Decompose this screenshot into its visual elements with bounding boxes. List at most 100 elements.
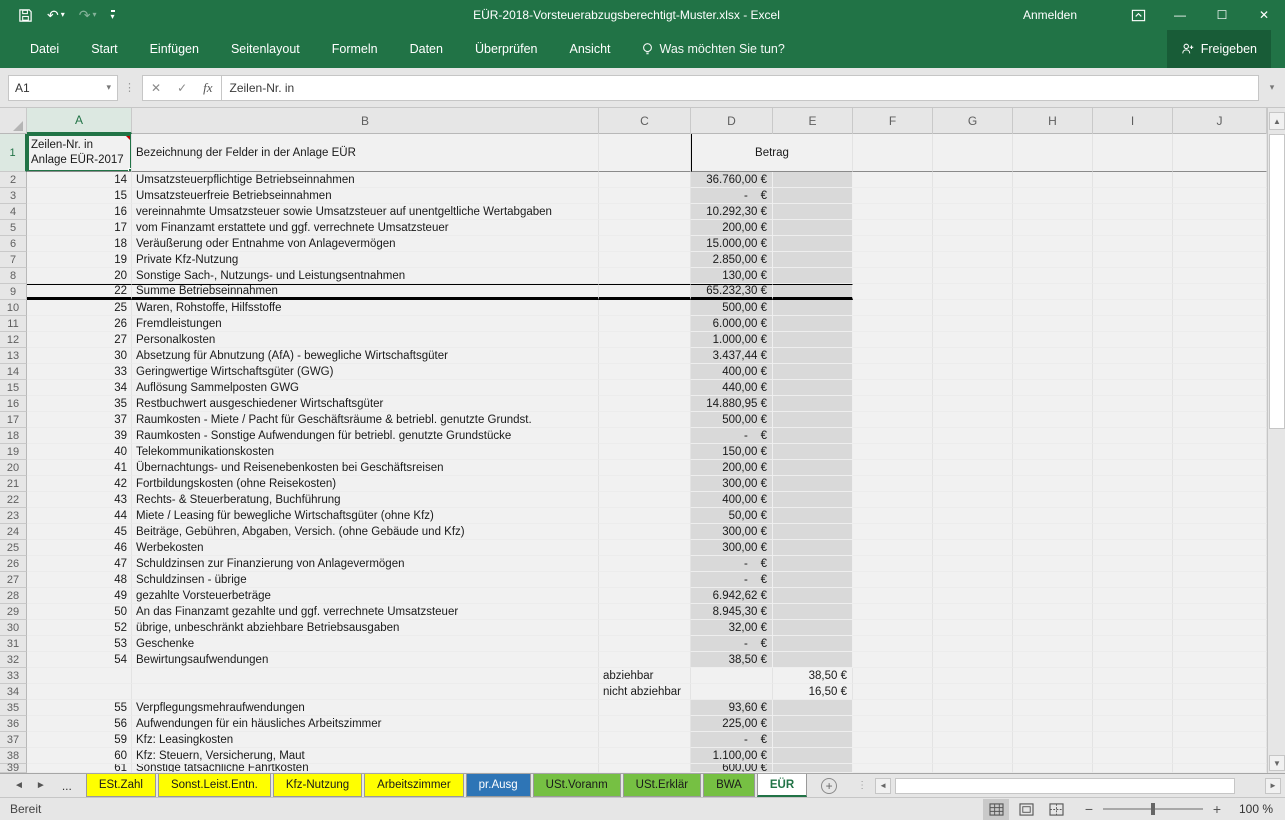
cell-a38[interactable]: 60 [27, 748, 132, 764]
cell-f33[interactable] [853, 668, 933, 684]
cell-e8[interactable] [773, 268, 853, 284]
cell-f16[interactable] [853, 396, 933, 412]
cell-f37[interactable] [853, 732, 933, 748]
sheet-overflow-indicator[interactable]: ... [58, 779, 76, 793]
cell-a10[interactable]: 25 [27, 300, 132, 316]
cell-i22[interactable] [1093, 492, 1173, 508]
zoom-level-label[interactable]: 100 % [1231, 802, 1273, 816]
cell-e17[interactable] [773, 412, 853, 428]
cell-f19[interactable] [853, 444, 933, 460]
cell-g16[interactable] [933, 396, 1013, 412]
cell-h36[interactable] [1013, 716, 1093, 732]
cell-a6[interactable]: 18 [27, 236, 132, 252]
cell-g9[interactable] [933, 284, 1013, 300]
cell-h34[interactable] [1013, 684, 1093, 700]
cell-j28[interactable] [1173, 588, 1267, 604]
cell-j23[interactable] [1173, 508, 1267, 524]
cell-c7[interactable] [599, 252, 691, 268]
cell-d16[interactable]: 14.880,95 € [691, 396, 773, 412]
cell-h30[interactable] [1013, 620, 1093, 636]
cell-j18[interactable] [1173, 428, 1267, 444]
cell-a22[interactable]: 43 [27, 492, 132, 508]
cell-b10[interactable]: Waren, Rohstoffe, Hilfsstoffe [132, 300, 599, 316]
ribbon-tab-formeln[interactable]: Formeln [316, 30, 394, 68]
cell-i31[interactable] [1093, 636, 1173, 652]
cell-j27[interactable] [1173, 572, 1267, 588]
row-header[interactable]: 34 [0, 684, 27, 700]
cell-f38[interactable] [853, 748, 933, 764]
formula-input[interactable]: Zeilen-Nr. in [222, 75, 1259, 101]
undo-button[interactable]: ↶▾ [47, 8, 65, 22]
cell-e4[interactable] [773, 204, 853, 220]
cell-i27[interactable] [1093, 572, 1173, 588]
cell-b8[interactable]: Sonstige Sach-, Nutzungs- und Leistungse… [132, 268, 599, 284]
cell-j29[interactable] [1173, 604, 1267, 620]
cell-c26[interactable] [599, 556, 691, 572]
column-header-g[interactable]: G [933, 108, 1013, 134]
confirm-entry-button[interactable]: ✓ [177, 81, 187, 95]
cell-i37[interactable] [1093, 732, 1173, 748]
cell-h21[interactable] [1013, 476, 1093, 492]
cell-b21[interactable]: Fortbildungskosten (ohne Reisekosten) [132, 476, 599, 492]
cell-f20[interactable] [853, 460, 933, 476]
cell-d39[interactable]: 600,00 € [691, 764, 773, 773]
cell-g35[interactable] [933, 700, 1013, 716]
ribbon-tab-einfügen[interactable]: Einfügen [134, 30, 215, 68]
column-header-f[interactable]: F [853, 108, 933, 134]
cell-b24[interactable]: Beiträge, Gebühren, Abgaben, Versich. (o… [132, 524, 599, 540]
cell-b5[interactable]: vom Finanzamt erstattete und ggf. verrec… [132, 220, 599, 236]
cell-a4[interactable]: 16 [27, 204, 132, 220]
cell-b20[interactable]: Übernachtungs- und Reisenebenkosten bei … [132, 460, 599, 476]
cell-f21[interactable] [853, 476, 933, 492]
row-header[interactable]: 7 [0, 252, 27, 268]
cell-a19[interactable]: 40 [27, 444, 132, 460]
cell-g15[interactable] [933, 380, 1013, 396]
cell-i4[interactable] [1093, 204, 1173, 220]
cell-i18[interactable] [1093, 428, 1173, 444]
cell-h1[interactable] [1013, 134, 1093, 172]
cell-f15[interactable] [853, 380, 933, 396]
cell-f39[interactable] [853, 764, 933, 773]
cell-j19[interactable] [1173, 444, 1267, 460]
cell-b36[interactable]: Aufwendungen für ein häusliches Arbeitsz… [132, 716, 599, 732]
cell-b6[interactable]: Veräußerung oder Entnahme von Anlageverm… [132, 236, 599, 252]
cell-g34[interactable] [933, 684, 1013, 700]
cell-c17[interactable] [599, 412, 691, 428]
cell-h6[interactable] [1013, 236, 1093, 252]
zoom-slider-track[interactable] [1103, 808, 1203, 810]
cell-f9[interactable] [853, 284, 933, 300]
cell-g17[interactable] [933, 412, 1013, 428]
horizontal-scroll-track[interactable] [893, 778, 1263, 794]
cell-e31[interactable] [773, 636, 853, 652]
cell-g32[interactable] [933, 652, 1013, 668]
cell-j15[interactable] [1173, 380, 1267, 396]
cell-d5[interactable]: 200,00 € [691, 220, 773, 236]
minimize-button[interactable]: — [1159, 0, 1201, 30]
cell-e32[interactable] [773, 652, 853, 668]
cell-f7[interactable] [853, 252, 933, 268]
column-header-d[interactable]: D [691, 108, 773, 134]
cell-e13[interactable] [773, 348, 853, 364]
cell-h39[interactable] [1013, 764, 1093, 773]
ribbon-tab-daten[interactable]: Daten [394, 30, 459, 68]
cell-j32[interactable] [1173, 652, 1267, 668]
customize-qat-button[interactable]: ▾ [111, 10, 115, 21]
cell-f14[interactable] [853, 364, 933, 380]
cell-c18[interactable] [599, 428, 691, 444]
cell-a16[interactable]: 35 [27, 396, 132, 412]
cell-c27[interactable] [599, 572, 691, 588]
cell-h16[interactable] [1013, 396, 1093, 412]
scroll-left-arrow[interactable]: ◄ [875, 778, 891, 794]
cell-c16[interactable] [599, 396, 691, 412]
row-header[interactable]: 16 [0, 396, 27, 412]
cell-c36[interactable] [599, 716, 691, 732]
cell-i33[interactable] [1093, 668, 1173, 684]
cell-f12[interactable] [853, 332, 933, 348]
cell-d24[interactable]: 300,00 € [691, 524, 773, 540]
cell-i24[interactable] [1093, 524, 1173, 540]
cell-f32[interactable] [853, 652, 933, 668]
cell-c34[interactable]: nicht abziehbar [599, 684, 691, 700]
cell-a29[interactable]: 50 [27, 604, 132, 620]
sheet-tab-bwa[interactable]: BWA [703, 774, 755, 797]
cell-b16[interactable]: Restbuchwert ausgeschiedener Wirtschafts… [132, 396, 599, 412]
